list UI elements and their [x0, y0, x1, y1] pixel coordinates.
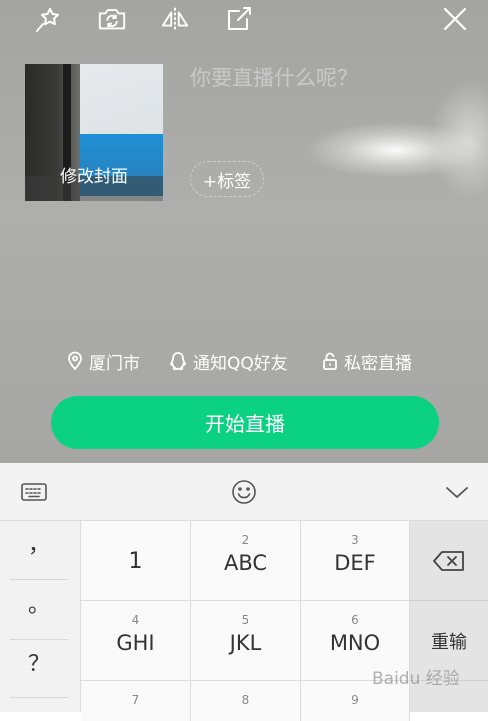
key-number: 7 — [131, 693, 140, 707]
location-pin-icon — [68, 351, 82, 371]
key-number: 8 — [241, 693, 250, 707]
symbol-column: ， 。 ？ — [0, 521, 81, 712]
key-label: 1 — [128, 549, 143, 574]
symbol-divider — [10, 697, 68, 698]
add-tag-button[interactable]: +标签 — [190, 161, 264, 197]
key-label: JKL — [229, 631, 262, 655]
key-number: 6 — [351, 613, 359, 627]
keyboard-switch-icon[interactable] — [19, 477, 49, 507]
edit-cover-label: 修改封面 — [60, 167, 128, 187]
key-label: MNO — [329, 631, 381, 655]
location-option[interactable]: 厦门市 — [67, 348, 140, 374]
share-icon[interactable] — [224, 4, 254, 34]
lock-icon — [323, 352, 337, 370]
private-live-label: 私密直播 — [344, 353, 412, 374]
backspace-icon — [433, 550, 464, 571]
key-5[interactable]: 5 JKL — [191, 601, 301, 681]
key-1[interactable]: 1 — [81, 521, 191, 601]
notify-qq-label: 通知QQ好友 — [193, 353, 288, 374]
private-live-option[interactable]: 私密直播 — [322, 348, 412, 374]
camera-preview: 修改封面 +标签 厦门市 通知QQ好友 私密直播 开始直播 — [0, 0, 488, 463]
symbol-divider — [10, 579, 68, 580]
flip-camera-icon[interactable] — [97, 4, 127, 34]
key-3[interactable]: 3 DEF — [301, 521, 410, 601]
qq-penguin-icon — [170, 352, 186, 371]
notify-qq-option[interactable]: 通知QQ好友 — [169, 348, 288, 374]
symbol-key-period[interactable]: 。 — [10, 583, 68, 623]
key-number: 4 — [131, 613, 140, 627]
cover-image[interactable]: 修改封面 — [25, 64, 163, 201]
top-toolbar — [0, 0, 488, 40]
backspace-key[interactable] — [410, 521, 488, 601]
start-live-button[interactable]: 开始直播 — [51, 396, 439, 449]
symbol-divider — [10, 639, 68, 640]
key-number: 5 — [241, 613, 250, 627]
chevron-down-icon[interactable] — [442, 477, 472, 507]
beauty-wand-icon[interactable] — [33, 4, 63, 34]
live-title-input[interactable] — [190, 66, 450, 90]
symbol-key-question[interactable]: ？ — [10, 642, 68, 682]
key-label: DEF — [334, 551, 376, 575]
keyboard-toolbar — [0, 463, 488, 521]
key-2[interactable]: 2 ABC — [191, 521, 301, 601]
key-7[interactable]: 7 — [81, 681, 191, 721]
key-number: 9 — [351, 693, 359, 707]
key-label: GHI — [116, 631, 155, 655]
key-8[interactable]: 8 — [191, 681, 301, 721]
key-number: 2 — [241, 533, 250, 547]
mirror-icon[interactable] — [160, 4, 190, 34]
watermark: Baidu 经验 — [372, 669, 460, 689]
symbol-key-comma[interactable]: ， — [10, 523, 68, 563]
close-icon[interactable] — [440, 4, 470, 34]
key-4[interactable]: 4 GHI — [81, 601, 191, 681]
key-number: 3 — [351, 533, 359, 547]
emoji-icon[interactable] — [229, 477, 259, 507]
key-label: ABC — [223, 551, 268, 575]
reset-key-label: 重输 — [431, 631, 467, 653]
location-label: 厦门市 — [89, 353, 140, 374]
